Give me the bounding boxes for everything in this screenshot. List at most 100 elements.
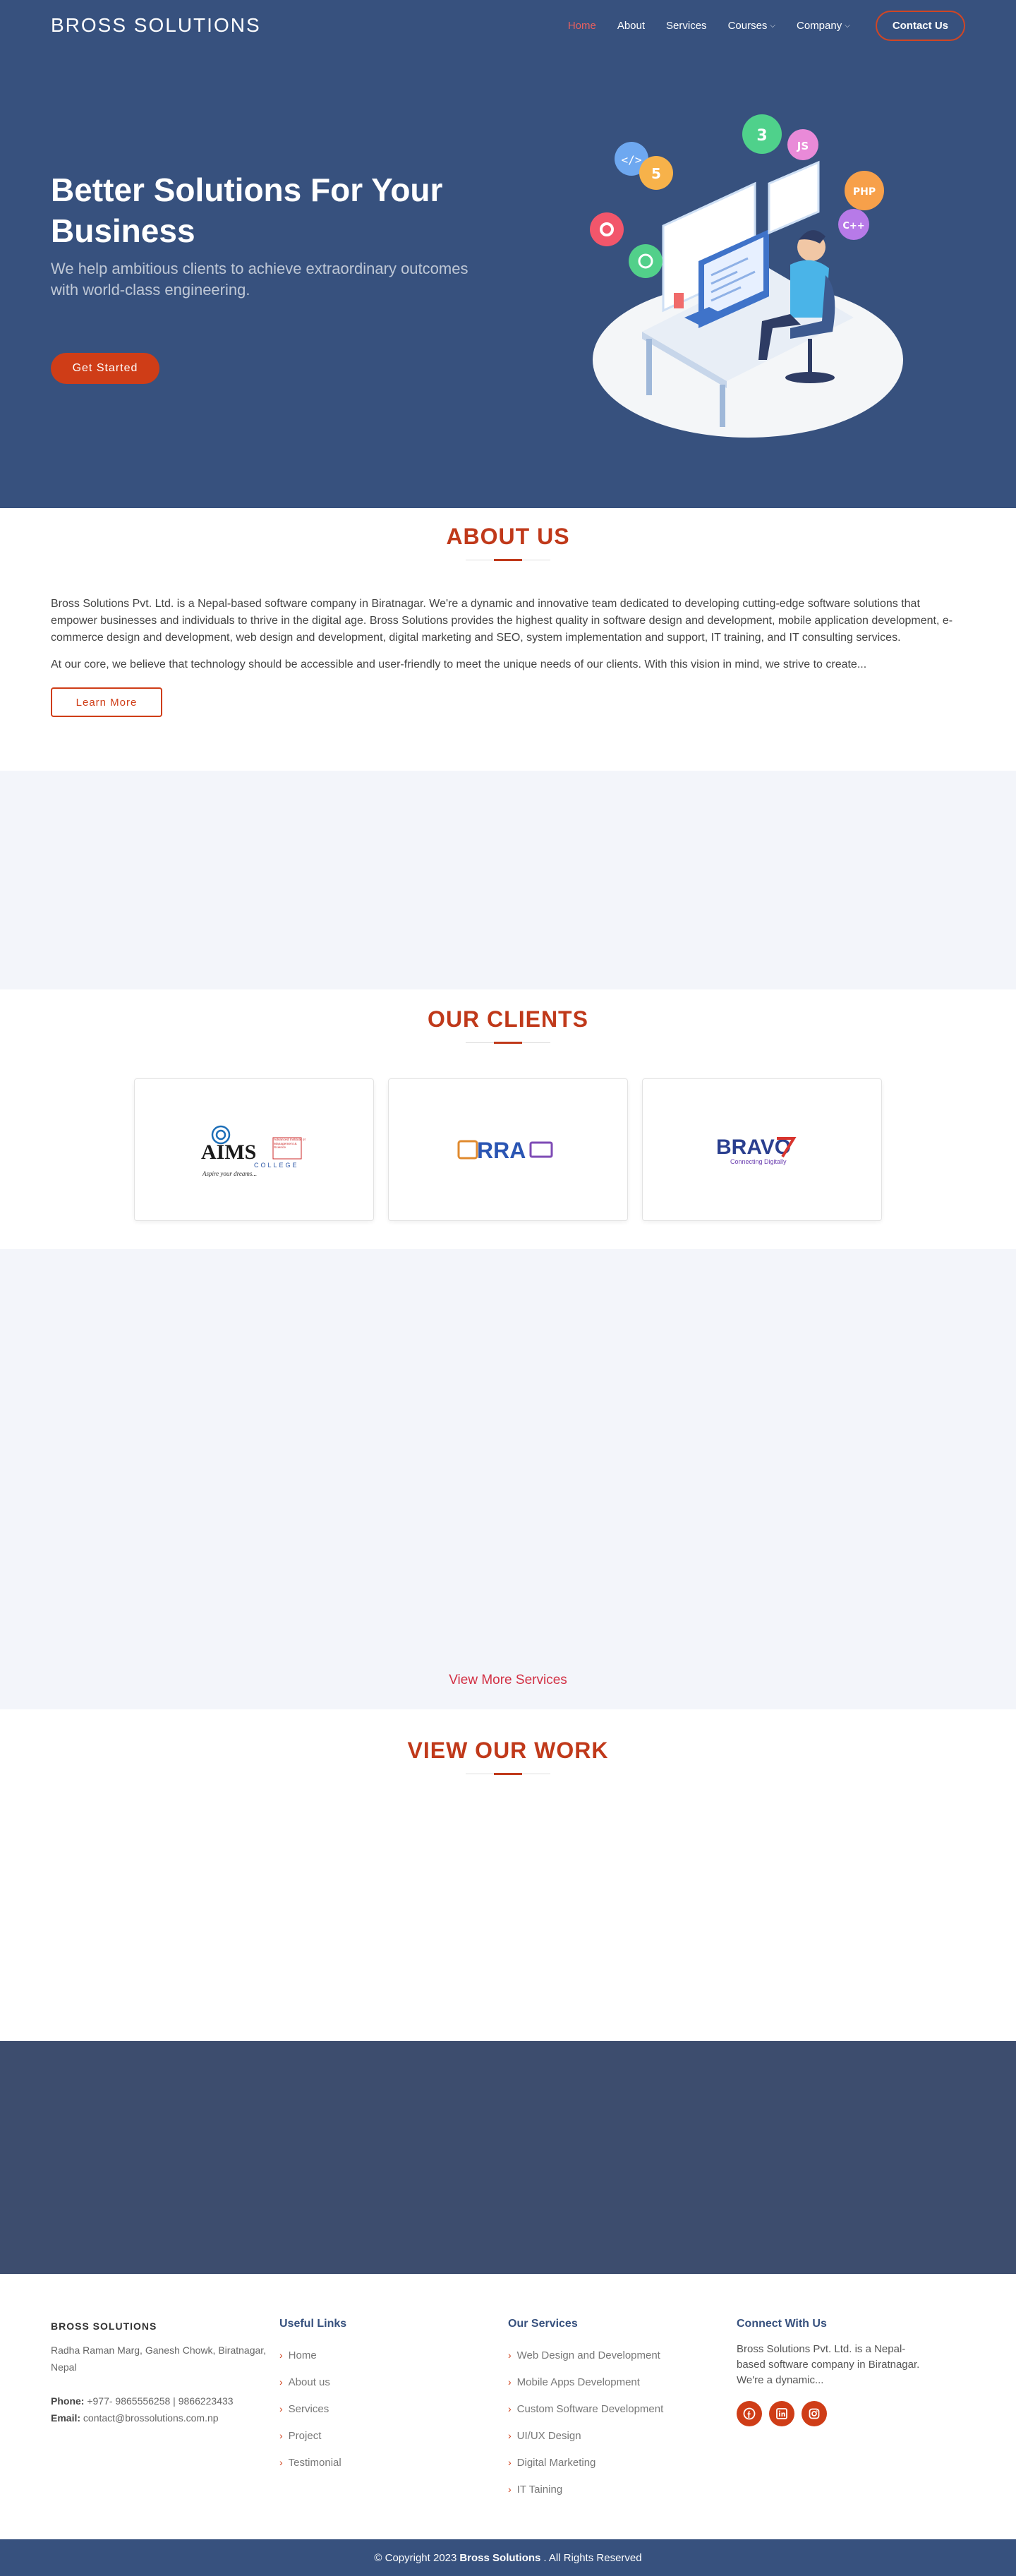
php-icon-glyph: PHP — [853, 186, 876, 198]
rra-logo-name: RRA — [477, 1138, 526, 1163]
footer-link-services[interactable]: › Services — [279, 2395, 508, 2422]
chevron-right-icon: › — [279, 2430, 283, 2441]
nav-item-courses[interactable]: Courses ⌵ — [728, 20, 775, 32]
hero-subtitle: We help ambitious clients to achieve ext… — [51, 260, 468, 299]
nav-label: About — [617, 19, 646, 32]
footer-service-training[interactable]: › IT Taining — [508, 2476, 737, 2503]
nav-item-home[interactable]: Home — [568, 20, 596, 32]
services-section: View More Services — [0, 1249, 1016, 1709]
rra-cart-icon — [529, 1141, 553, 1158]
hero-text: Better Solutions For Your Business We he… — [51, 169, 474, 301]
facebook-icon[interactable] — [737, 2401, 762, 2426]
footer-email-row: Email: contact@brossolutions.com.np — [51, 2409, 279, 2426]
pencil-cup — [674, 293, 684, 308]
footer-phone-label: Phone: — [51, 2395, 85, 2407]
aims-logo-sub: COLLEGE — [254, 1162, 299, 1169]
hero-title: Better Solutions For Your Business — [51, 171, 443, 249]
footer-connect-column: Connect With Us Bross Solutions Pvt. Ltd… — [737, 2318, 965, 2539]
social-links — [737, 2401, 965, 2426]
chevron-down-icon: ⌵ — [845, 21, 850, 30]
linkedin-icon[interactable] — [769, 2401, 794, 2426]
brand-logo[interactable]: BROSS SOLUTIONS — [51, 14, 261, 37]
hero-illustration: </> 5 3 JS PHP C++ — [590, 114, 903, 438]
aims-logo-name: AIMS — [201, 1140, 256, 1164]
footer-service-custom[interactable]: › Custom Software Development — [508, 2395, 737, 2422]
view-more-services-link[interactable]: View More Services — [0, 1673, 1016, 1688]
footer-service-label: Mobile Apps Development — [516, 2376, 640, 2388]
footer-service-mobile[interactable]: › Mobile Apps Development — [508, 2369, 737, 2395]
work-section: VIEW OUR WORK — [0, 1709, 1016, 2041]
instagram-icon[interactable] — [802, 2401, 827, 2426]
chair-stem — [808, 339, 812, 374]
copyright-prefix: © Copyright 2023 — [374, 2551, 457, 2564]
desk-leg — [720, 385, 725, 427]
footer-link-label: Home — [288, 2349, 317, 2361]
learn-more-button[interactable]: Learn More — [51, 687, 162, 717]
chair-base — [785, 372, 835, 383]
footer-link-about[interactable]: › About us — [279, 2369, 508, 2395]
footer-about-column: BROSS SOLUTIONS Radha Raman Marg, Ganesh… — [51, 2318, 279, 2539]
rra-bag-icon — [457, 1140, 478, 1160]
nav-label: Services — [666, 19, 707, 32]
copyright-bar: © Copyright 2023 Bross Solutions . All R… — [0, 2539, 1016, 2576]
contact-us-button[interactable]: Contact Us — [875, 10, 965, 41]
title-divider — [466, 1042, 550, 1044]
chevron-right-icon: › — [279, 2349, 283, 2361]
nav-menu: Home About Services Courses ⌵ Company ⌵ Co… — [568, 10, 965, 41]
nav-label: Courses — [727, 19, 768, 32]
hero-section: BROSS SOLUTIONS Home About Services Cour… — [0, 0, 1016, 508]
testimonial-band — [0, 2041, 1016, 2274]
aims-logo: AIMS Advanced Institute of Management & … — [201, 1125, 306, 1177]
chevron-right-icon: › — [279, 2376, 283, 2388]
css3-icon-glyph: 3 — [756, 127, 767, 145]
footer-connect-title: Connect With Us — [737, 2318, 827, 2330]
footer-service-marketing[interactable]: › Digital Marketing — [508, 2449, 737, 2476]
client-card-rra[interactable]: RRA — [388, 1078, 628, 1221]
bravo-logo: BRAVO Connecting Digitally — [716, 1136, 797, 1165]
footer-services-column: Our Services › Web Design and Development… — [508, 2318, 737, 2539]
instagram-glyph — [809, 2408, 820, 2419]
footer-email[interactable]: contact@brossolutions.com.np — [83, 2412, 219, 2424]
footer-service-label: Web Design and Development — [516, 2349, 660, 2361]
footer-address: Radha Raman Marg, Ganesh Chowk, Biratnag… — [51, 2345, 267, 2373]
copyright-suffix: . All Rights Reserved — [543, 2551, 642, 2564]
footer-service-label: IT Taining — [516, 2483, 563, 2496]
footer-link-label: Testimonial — [288, 2456, 341, 2469]
html5-icon-glyph: 5 — [651, 165, 661, 182]
client-card-aims[interactable]: AIMS Advanced Institute of Management & … — [134, 1078, 374, 1221]
about-section: ABOUT US Bross Solutions Pvt. Ltd. is a … — [0, 508, 1016, 771]
settings-icon — [590, 212, 624, 246]
top-navbar: BROSS SOLUTIONS Home About Services Cour… — [0, 0, 1016, 51]
bravo-logo-tagline: Connecting Digitally — [730, 1158, 787, 1165]
about-paragraph: Bross Solutions Pvt. Ltd. is a Nepal-bas… — [51, 598, 953, 644]
linkedin-glyph — [776, 2408, 787, 2419]
client-logos: AIMS Advanced Institute of Management & … — [0, 1078, 1016, 1221]
aims-logo-side-text-wrap: Advanced Institute of Management & Scien… — [274, 1138, 306, 1150]
cpp-icon-glyph: C++ — [842, 221, 864, 231]
footer-phone[interactable]: +977- 9865556258 | 9866223433 — [87, 2395, 233, 2407]
footer-phone-row: Phone: +977- 9865556258 | 9866223433 — [51, 2393, 279, 2409]
footer-service-label: UI/UX Design — [516, 2429, 581, 2442]
footer-connect-description: Bross Solutions Pvt. Ltd. is a Nepal-bas… — [737, 2343, 920, 2386]
nav-item-company[interactable]: Company ⌵ — [797, 20, 850, 32]
footer-service-uiux[interactable]: › UI/UX Design — [508, 2422, 737, 2449]
nav-item-services[interactable]: Services — [666, 20, 707, 32]
client-card-bravo[interactable]: BRAVO Connecting Digitally — [642, 1078, 882, 1221]
nav-item-about[interactable]: About — [617, 20, 645, 32]
chevron-right-icon: › — [279, 2403, 283, 2414]
get-started-button[interactable]: Get Started — [51, 353, 159, 384]
footer-link-testimonial[interactable]: › Testimonial — [279, 2449, 508, 2476]
footer-service-label: Custom Software Development — [516, 2402, 664, 2415]
about-title: ABOUT US — [446, 524, 570, 549]
aims-logo-tagline: Aspire your dreams... — [202, 1170, 257, 1177]
aims-logo-ring — [215, 1129, 226, 1140]
side-screen — [768, 160, 820, 235]
footer-link-home[interactable]: › Home — [279, 2342, 508, 2369]
footer-service-web[interactable]: › Web Design and Development — [508, 2342, 737, 2369]
facebook-glyph — [743, 2407, 756, 2420]
nav-label: Home — [567, 19, 596, 32]
footer-link-project[interactable]: › Project — [279, 2422, 508, 2449]
clients-title: OUR CLIENTS — [428, 1006, 588, 1032]
copyright-company: Bross Solutions — [459, 2551, 541, 2564]
chevron-right-icon: › — [508, 2430, 512, 2441]
